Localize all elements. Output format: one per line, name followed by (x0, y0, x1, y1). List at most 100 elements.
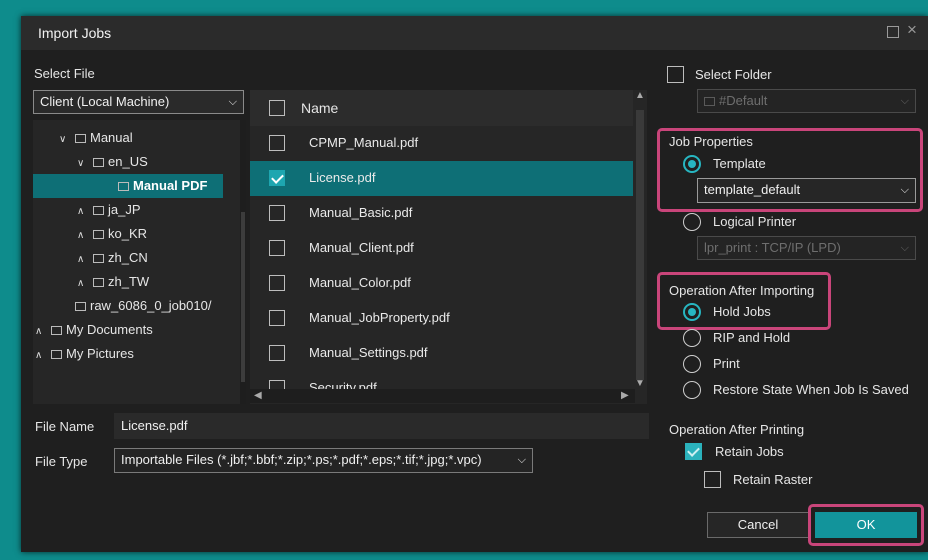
file-name: CPMP_Manual.pdf (309, 135, 419, 150)
close-icon[interactable]: × (905, 21, 919, 38)
title-bar: Import Jobs × (21, 16, 928, 50)
folder-select: #Default ⌵ (697, 89, 916, 113)
chevron-down-icon[interactable]: ∨ (59, 128, 75, 152)
retain-raster-checkbox[interactable] (704, 471, 721, 488)
file-name: Manual_Settings.pdf (309, 345, 428, 360)
select-all-checkbox[interactable] (269, 100, 285, 116)
tree-item[interactable]: Manual PDF (33, 174, 223, 198)
template-label: Template (713, 156, 766, 171)
chevron-down-icon: ⌵ (228, 96, 237, 108)
tree-item[interactable]: ∧ My Documents (35, 318, 153, 342)
import-option-label: Print (713, 356, 740, 371)
tree-item[interactable]: ∧ My Pictures (35, 342, 134, 366)
folder-tree: ∨ Manual ∨ en_US Manual PDF ∧ ja_JP ∧ ko_KR ∧ zh_C… (33, 120, 246, 404)
chevron-up-icon[interactable]: ∧ (77, 200, 93, 224)
folder-icon (704, 97, 715, 106)
file-row[interactable]: Manual_JobProperty.pdf (250, 301, 635, 336)
file-checkbox[interactable] (269, 275, 285, 291)
logical-printer-select: lpr_print : TCP/IP (LPD) ⌵ (697, 236, 916, 260)
chevron-down-icon: ⌵ (517, 454, 526, 466)
scroll-up-icon[interactable]: ▲ (635, 90, 645, 101)
tree-item[interactable]: ∧ zh_CN (77, 246, 148, 270)
file-name: License.pdf (309, 170, 376, 185)
file-type-label: File Type (35, 454, 88, 469)
file-type-select[interactable]: Importable Files (*.jbf;*.bbf;*.zip;*.ps… (114, 448, 533, 473)
folder-icon (93, 254, 104, 263)
operation-after-importing-label: Operation After Importing (669, 283, 815, 298)
file-checkbox[interactable] (269, 240, 285, 256)
retain-raster-label: Retain Raster (733, 472, 813, 487)
chevron-up-icon[interactable]: ∧ (77, 224, 93, 248)
file-checkbox[interactable] (269, 345, 285, 361)
file-row[interactable]: Manual_Settings.pdf (250, 336, 635, 371)
folder-icon (93, 206, 104, 215)
file-source-value: Client (Local Machine) (40, 94, 170, 109)
select-folder-checkbox[interactable] (667, 66, 684, 83)
operation-after-importing-highlight (657, 272, 831, 330)
cancel-button[interactable]: Cancel (707, 512, 809, 538)
chevron-down-icon[interactable]: ∨ (77, 152, 93, 176)
file-row[interactable]: CPMP_Manual.pdf (250, 126, 635, 161)
chevron-up-icon[interactable]: ∧ (77, 248, 93, 272)
tree-item-label: raw_6086_0_job010/ (90, 298, 212, 313)
file-row[interactable]: Manual_Client.pdf (250, 231, 635, 266)
file-name-input[interactable]: License.pdf (114, 413, 649, 439)
column-name-header[interactable]: Name (301, 100, 338, 116)
tree-item[interactable]: ∨ Manual (59, 126, 133, 150)
logical-printer-label: Logical Printer (713, 214, 797, 229)
scroll-left-icon[interactable]: ◀ (254, 390, 262, 401)
tree-item[interactable]: ∧ ko_KR (77, 222, 147, 246)
import-option-radio[interactable] (683, 303, 701, 321)
file-checkbox[interactable] (269, 205, 285, 221)
file-row[interactable]: Manual_Basic.pdf (250, 196, 635, 231)
file-checkbox[interactable] (269, 310, 285, 326)
chevron-down-icon: ⌵ (900, 95, 909, 107)
file-name: Manual_Basic.pdf (309, 205, 413, 220)
file-row[interactable]: License.pdf (250, 161, 635, 196)
chevron-up-icon[interactable]: ∧ (35, 320, 51, 344)
tree-item[interactable]: ∧ zh_TW (77, 270, 149, 294)
tree-item-label: My Documents (66, 322, 153, 337)
file-list-hscrollbar[interactable] (250, 389, 635, 403)
template-select[interactable]: template_default ⌵ (697, 178, 916, 203)
import-option-radio[interactable] (683, 355, 701, 373)
tree-item[interactable]: ∧ ja_JP (77, 198, 141, 222)
tree-item-label: zh_TW (108, 274, 150, 289)
select-file-label: Select File (34, 66, 95, 81)
folder-open-icon (75, 134, 86, 143)
folder-icon (118, 182, 129, 191)
maximize-icon[interactable] (887, 26, 899, 38)
tree-item[interactable]: ∨ en_US (77, 150, 148, 174)
folder-icon (93, 230, 104, 239)
file-name-label: File Name (35, 419, 95, 434)
file-source-select[interactable]: Client (Local Machine) ⌵ (33, 90, 244, 114)
file-name: Manual_Client.pdf (309, 240, 414, 255)
import-option-radio[interactable] (683, 329, 701, 347)
import-option-radio[interactable] (683, 381, 701, 399)
retain-jobs-checkbox[interactable] (685, 443, 702, 460)
ok-button[interactable]: OK (815, 512, 917, 538)
tree-item[interactable]: raw_6086_0_job010/ (59, 294, 211, 318)
logical-printer-radio[interactable] (683, 213, 701, 231)
chevron-down-icon: ⌵ (900, 242, 909, 254)
file-row[interactable]: Manual_Color.pdf (250, 266, 635, 301)
chevron-up-icon[interactable]: ∧ (35, 344, 51, 368)
file-list: Name CPMP_Manual.pdf License.pdf Manual_Ba… (250, 90, 635, 404)
import-jobs-dialog: Import Jobs × Select File Client (Local … (21, 16, 928, 552)
logical-printer-value: lpr_print : TCP/IP (LPD) (704, 240, 841, 255)
file-checkbox[interactable] (269, 170, 285, 186)
file-checkbox[interactable] (269, 135, 285, 151)
import-option-label: RIP and Hold (713, 330, 791, 345)
folder-icon (51, 350, 62, 359)
scroll-right-icon[interactable]: ▶ (621, 390, 629, 401)
file-name: Manual_JobProperty.pdf (309, 310, 450, 325)
tree-scrollbar-thumb[interactable] (241, 212, 245, 382)
tree-item-label: Manual (90, 130, 133, 145)
scroll-down-icon[interactable]: ▼ (635, 378, 645, 389)
folder-icon (51, 326, 62, 335)
tree-item-label: Manual PDF (133, 178, 208, 193)
chevron-down-icon: ⌵ (900, 184, 909, 196)
chevron-up-icon[interactable]: ∧ (77, 272, 93, 296)
template-radio[interactable] (683, 155, 701, 173)
file-list-scrollbar-thumb[interactable] (636, 110, 644, 380)
